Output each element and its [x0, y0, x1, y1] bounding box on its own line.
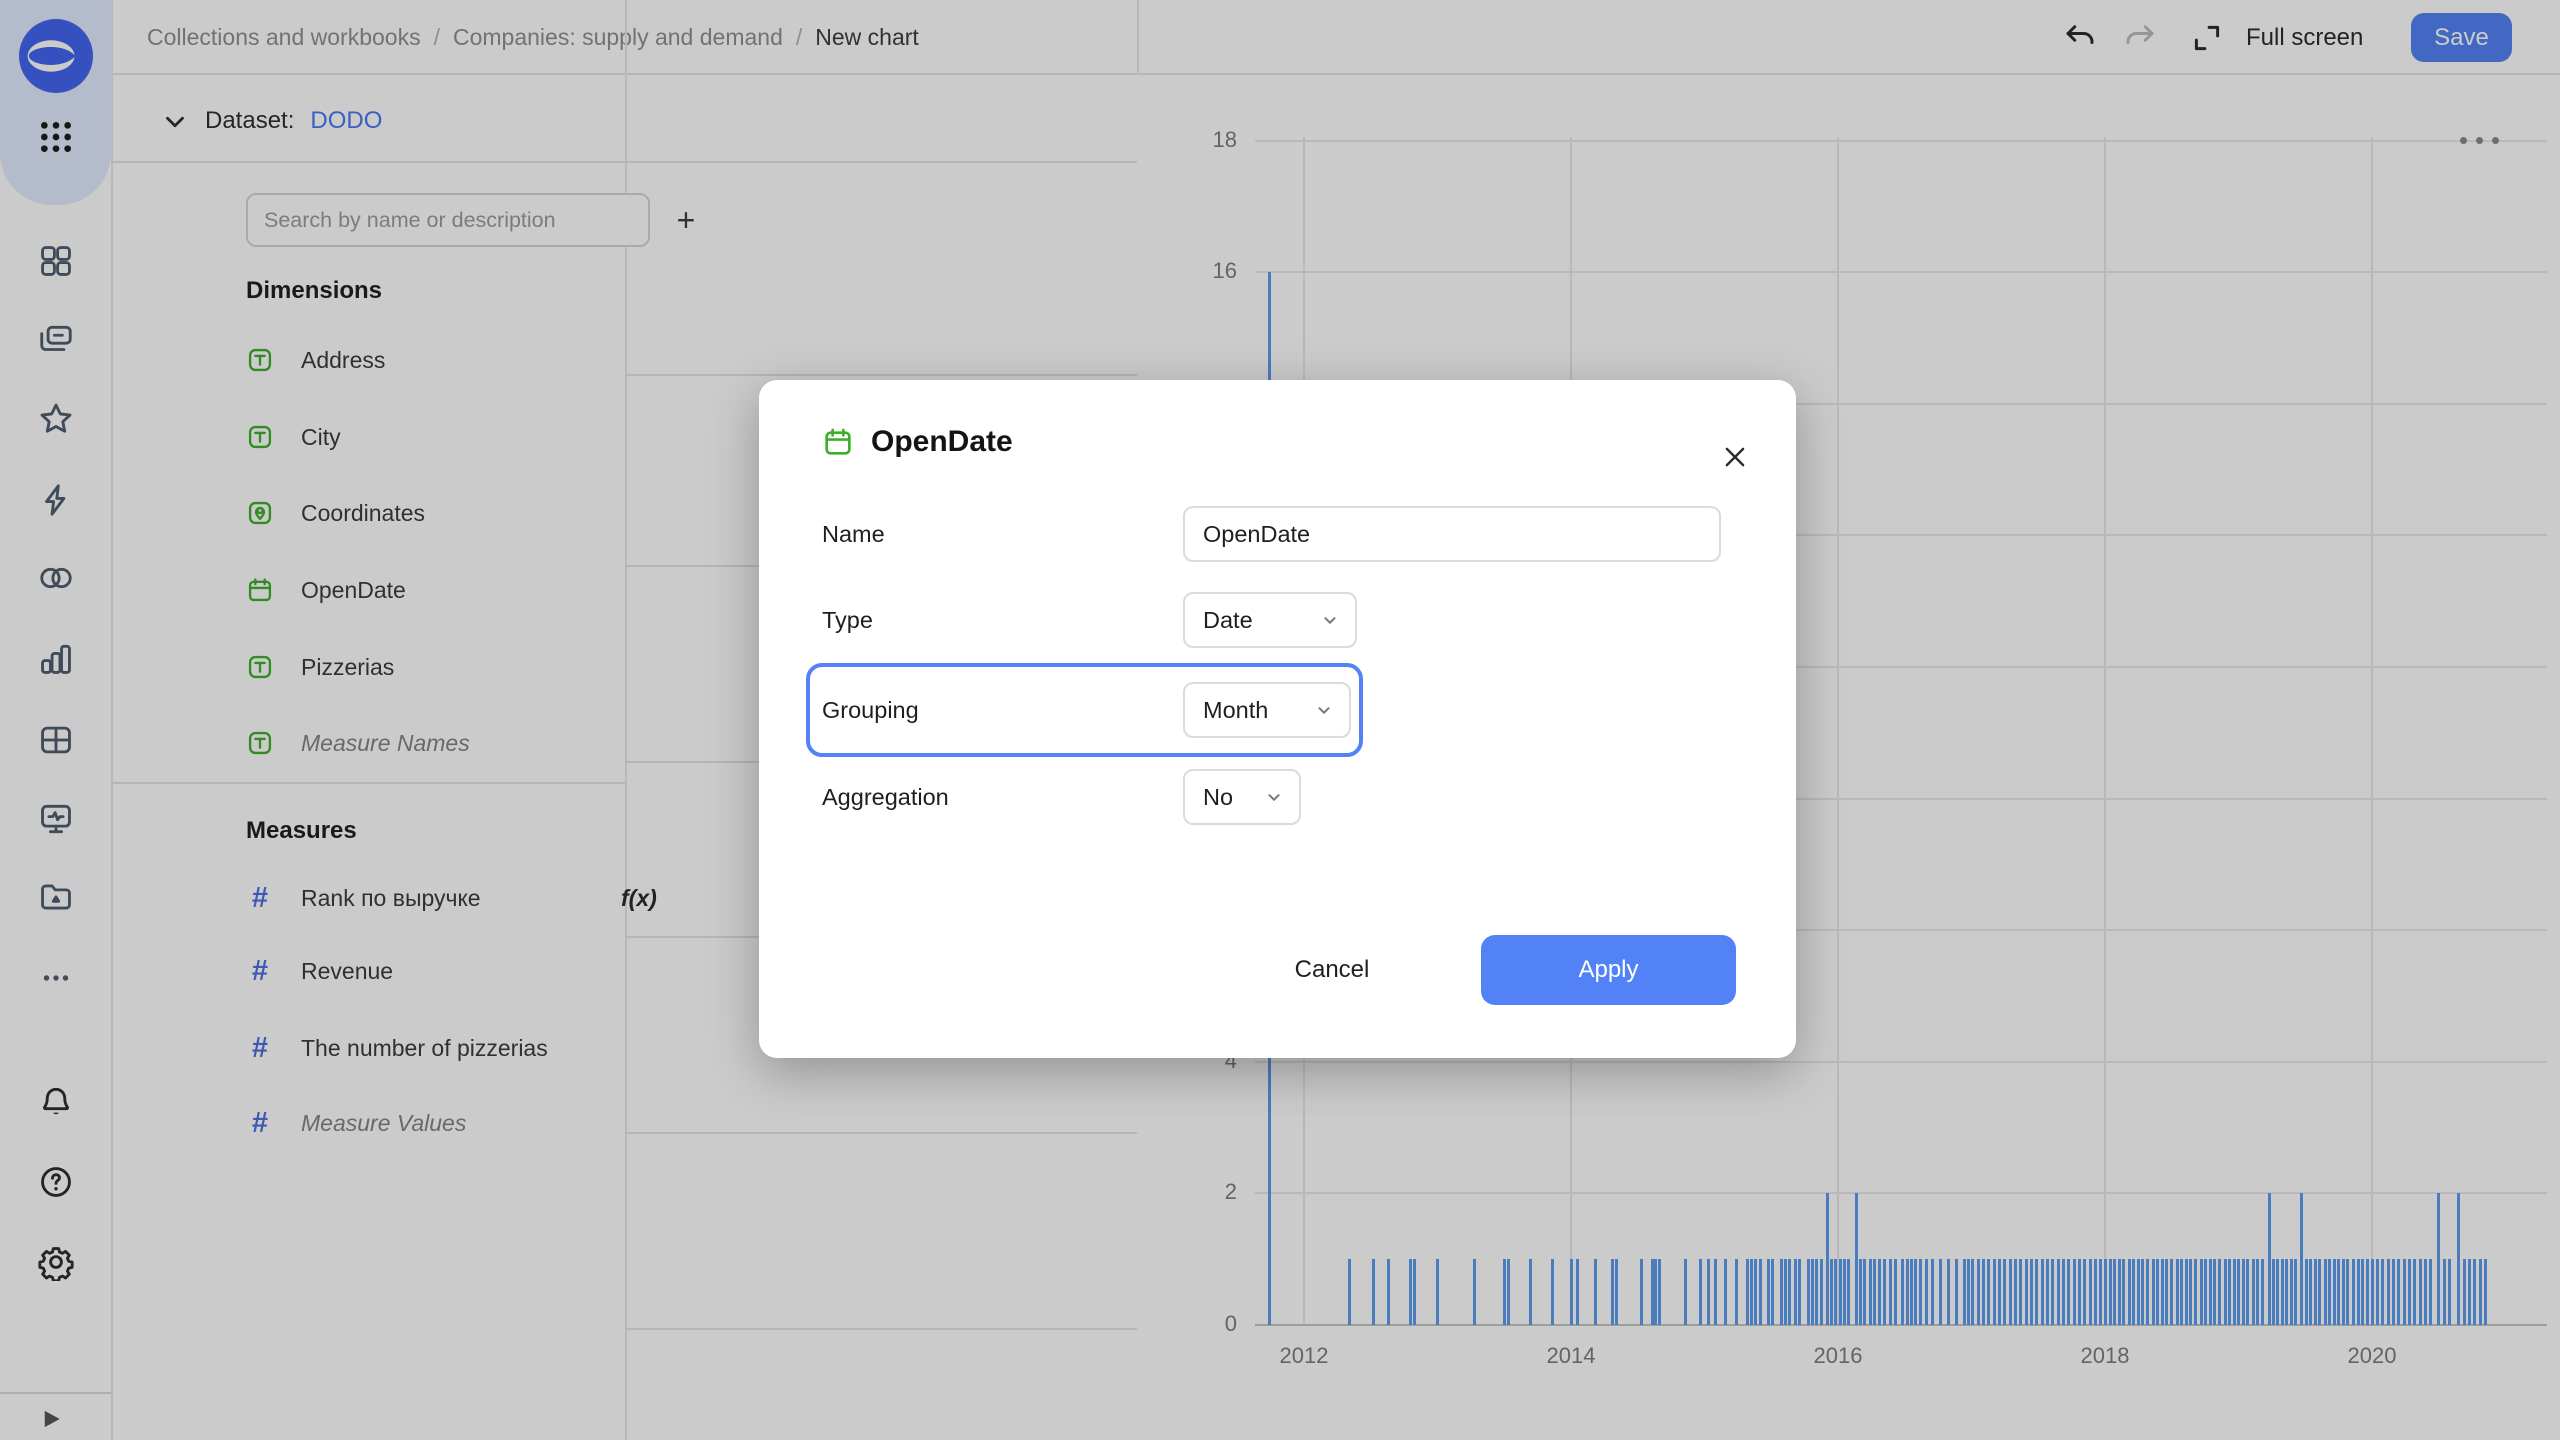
date-field-icon — [822, 426, 854, 458]
field-settings-dialog: OpenDate Name Type Date Grouping Month A… — [759, 380, 1796, 1058]
type-select[interactable]: Date — [1183, 592, 1357, 648]
grouping-value: Month — [1203, 697, 1268, 724]
chevron-down-icon — [1319, 708, 1328, 713]
dialog-title: OpenDate — [871, 410, 1013, 474]
apply-button[interactable]: Apply — [1481, 935, 1736, 1005]
close-icon — [1727, 449, 1743, 465]
type-label: Type — [822, 592, 873, 648]
chevron-down-icon — [1269, 795, 1278, 800]
cancel-button[interactable]: Cancel — [1272, 935, 1392, 1005]
type-value: Date — [1203, 607, 1253, 634]
name-label: Name — [822, 506, 885, 562]
aggregation-label: Aggregation — [822, 769, 949, 825]
aggregation-value: No — [1203, 784, 1233, 811]
chevron-down-icon — [1325, 618, 1334, 623]
grouping-select[interactable]: Month — [1183, 682, 1351, 738]
grouping-label: Grouping — [822, 682, 919, 738]
close-button[interactable] — [1705, 427, 1765, 487]
name-input[interactable] — [1183, 506, 1721, 562]
aggregation-select[interactable]: No — [1183, 769, 1301, 825]
